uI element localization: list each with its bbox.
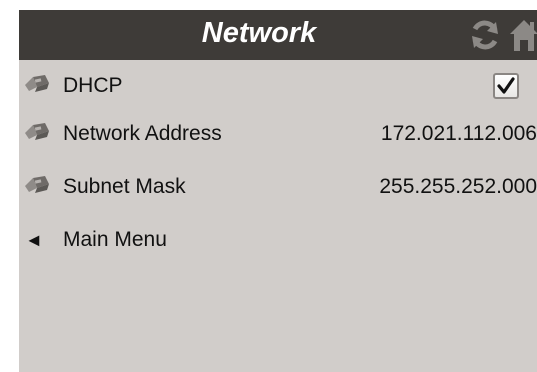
dhcp-checkbox[interactable] xyxy=(493,73,519,99)
dhcp-row[interactable]: DHCP xyxy=(19,63,537,109)
network-screen: Network DHCP Network Address 172.021.112… xyxy=(19,10,537,372)
title-bar: Network xyxy=(19,10,537,60)
subnet-mask-value: 255.255.252.000 xyxy=(379,175,537,198)
checkmark-icon xyxy=(497,77,515,94)
network-address-value: 172.021.112.006 xyxy=(380,122,537,145)
main-menu-link[interactable]: ◄ Main Menu xyxy=(19,217,537,263)
network-address-row[interactable]: Network Address 172.021.112.006 xyxy=(19,111,537,157)
back-arrow-icon: ◄ xyxy=(25,230,43,250)
ethernet-plug-icon xyxy=(25,123,49,140)
home-icon[interactable] xyxy=(509,18,537,52)
row-label: Network Address xyxy=(63,122,222,145)
ethernet-plug-icon xyxy=(25,75,49,92)
row-label: DHCP xyxy=(63,74,123,97)
row-label: Subnet Mask xyxy=(63,175,186,198)
refresh-icon[interactable] xyxy=(469,19,501,51)
main-menu-label: Main Menu xyxy=(63,228,167,251)
page-title: Network xyxy=(201,17,317,49)
subnet-mask-row[interactable]: Subnet Mask 255.255.252.000 xyxy=(19,164,537,210)
ethernet-plug-icon xyxy=(25,176,49,193)
